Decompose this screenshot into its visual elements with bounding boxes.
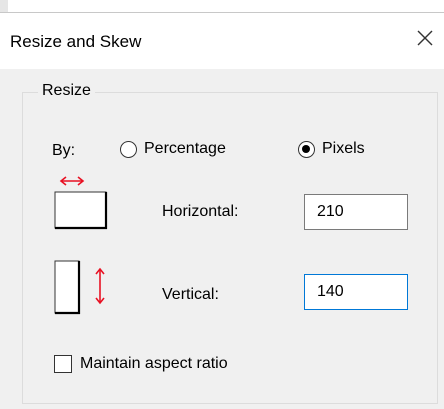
vertical-resize-icon	[54, 260, 105, 315]
maintain-aspect-ratio-box[interactable]	[54, 355, 72, 373]
dialog-title: Resize and Skew	[10, 32, 142, 51]
horizontal-label: Horizontal:	[162, 203, 239, 220]
close-button[interactable]	[412, 25, 438, 51]
radio-percentage-circle[interactable]	[120, 140, 137, 158]
close-icon	[417, 30, 433, 46]
resize-group-label: Resize	[38, 82, 95, 100]
vertical-label: Vertical:	[162, 286, 219, 303]
horizontal-input[interactable]	[304, 194, 408, 230]
by-label: By:	[52, 142, 76, 159]
radio-percentage[interactable]: Percentage	[120, 140, 226, 158]
maintain-aspect-ratio-label: Maintain aspect ratio	[80, 355, 228, 372]
vertical-input[interactable]	[304, 274, 408, 310]
maintain-aspect-ratio-checkbox[interactable]: Maintain aspect ratio	[54, 355, 228, 373]
radio-pixels[interactable]: Pixels	[298, 140, 365, 158]
horizontal-resize-icon	[54, 176, 108, 230]
radio-percentage-label: Percentage	[144, 140, 226, 157]
radio-pixels-dot	[302, 144, 310, 153]
radio-pixels-label: Pixels	[322, 140, 365, 157]
dialog-titlebar: Resize and Skew	[0, 13, 444, 69]
radio-pixels-circle[interactable]	[298, 140, 315, 158]
